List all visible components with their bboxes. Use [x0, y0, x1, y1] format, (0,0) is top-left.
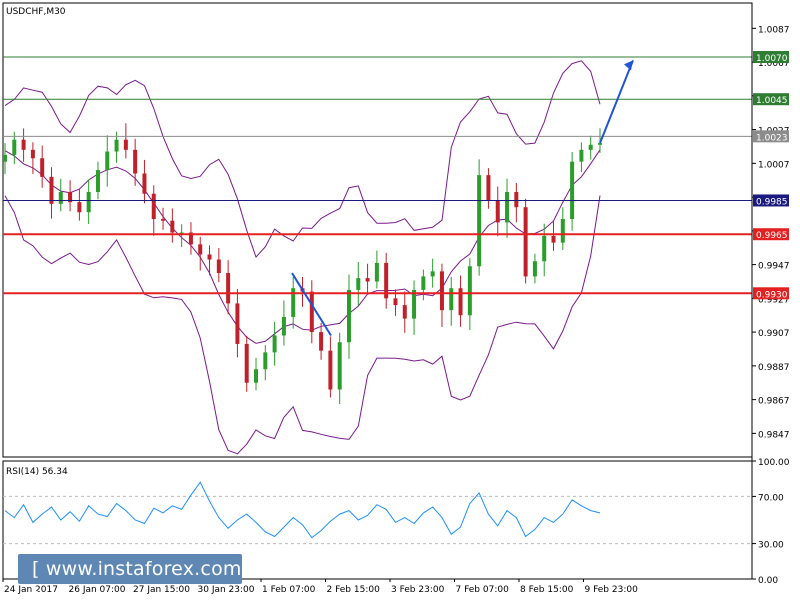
candle-body: [207, 254, 212, 260]
site-watermark: [ www.instaforex.com ]: [18, 554, 242, 610]
price-tick-label: 0.9907: [758, 329, 790, 339]
candle-body: [235, 303, 240, 344]
time-tick-label: 27 Jan 15:00: [133, 585, 190, 595]
candle-body: [477, 175, 482, 267]
candle-body: [40, 158, 45, 177]
rsi-title: RSI(14) 56.34: [6, 467, 68, 477]
candle-body: [309, 291, 314, 333]
rsi-tick-label: 100.00: [758, 458, 790, 468]
candle-body: [421, 276, 426, 290]
time-tick-label: 24 Jan 2017: [4, 585, 58, 595]
candle-body: [402, 305, 407, 319]
candle-body: [105, 151, 110, 171]
price-tick-label: 0.9867: [758, 397, 790, 407]
candle-body: [458, 288, 463, 316]
candle-body: [551, 235, 556, 243]
candle-body: [133, 149, 138, 174]
level-label: 1.0070: [756, 54, 788, 64]
candle-body: [263, 352, 268, 370]
chart-svg: 1.00871.00671.00471.00271.00070.99870.99…: [2, 2, 790, 595]
candle-body: [170, 220, 175, 233]
rsi-tick-label: 70.00: [758, 493, 784, 503]
time-tick-label: 8 Feb 15:00: [520, 585, 574, 595]
price-tick-label: 0.9887: [758, 363, 790, 373]
candle-body: [365, 278, 370, 282]
price-tick-label: 1.0007: [758, 160, 790, 170]
candle-body: [198, 244, 203, 255]
candle-body: [430, 271, 435, 277]
candle-body: [542, 235, 547, 262]
candle-body: [532, 261, 537, 277]
candle-body: [161, 219, 166, 221]
candle-body: [523, 207, 528, 277]
candle-body: [319, 332, 324, 351]
candle-body: [505, 192, 510, 223]
main-panel-frame: [2, 2, 753, 458]
candle-body: [77, 202, 82, 213]
candle-body: [495, 200, 500, 223]
time-tick-label: 9 Feb 23:00: [585, 585, 639, 595]
chart-title: USDCHF,M30: [6, 7, 66, 17]
candle-body: [151, 193, 156, 220]
time-tick-label: 30 Jan 23:00: [198, 585, 255, 595]
level-label: 0.9965: [756, 231, 788, 241]
candle-body: [337, 342, 342, 390]
candle-body: [588, 144, 593, 150]
candle-body: [449, 288, 454, 311]
level-label: 1.0023: [756, 133, 788, 143]
rsi-tick-label: 30.00: [758, 541, 784, 551]
candle-body: [123, 139, 128, 150]
candle-body: [374, 262, 379, 282]
candle-body: [281, 316, 286, 336]
candle-body: [226, 273, 231, 304]
level-label: 1.0045: [756, 96, 788, 106]
candle-body: [467, 266, 472, 316]
candle-body: [328, 350, 333, 390]
price-tick-label: 0.9947: [758, 262, 790, 272]
candle-body: [514, 192, 519, 208]
candle-body: [356, 278, 361, 290]
price-tick-label: 0.9847: [758, 430, 790, 440]
price-tick-label: 1.0087: [758, 25, 790, 35]
level-label: 0.9985: [756, 197, 788, 207]
candle-body: [86, 192, 91, 213]
candle-body: [439, 271, 444, 311]
candle-body: [58, 192, 63, 204]
candle-body: [30, 149, 35, 159]
candle-body: [114, 139, 119, 152]
time-tick-label: 2 Feb 15:00: [327, 585, 381, 595]
candle-body: [3, 154, 7, 162]
level-label: 0.9930: [756, 290, 788, 300]
candle-body: [486, 175, 491, 201]
candle-body: [393, 298, 398, 306]
candle-body: [598, 143, 602, 145]
candle-body: [142, 173, 147, 194]
candle-body: [49, 176, 54, 204]
candle-body: [95, 170, 100, 193]
candle-body: [560, 219, 565, 243]
candle-body: [244, 343, 249, 383]
time-tick-label: 3 Feb 23:00: [391, 585, 445, 595]
rsi-tick-label: 0.00: [758, 576, 778, 586]
candle-body: [272, 335, 277, 353]
candle-body: [254, 369, 259, 383]
chart-area: 1.00871.00671.00471.00271.00070.99870.99…: [0, 0, 800, 600]
candle-body: [579, 149, 584, 162]
candle-body: [21, 139, 26, 150]
candle-body: [570, 161, 575, 220]
time-tick-label: 26 Jan 07:00: [69, 585, 126, 595]
time-tick-label: 1 Feb 07:00: [262, 585, 316, 595]
candle-body: [346, 289, 351, 343]
time-tick-label: 7 Feb 07:00: [456, 585, 510, 595]
candle-body: [12, 139, 17, 155]
candle-body: [216, 259, 221, 274]
